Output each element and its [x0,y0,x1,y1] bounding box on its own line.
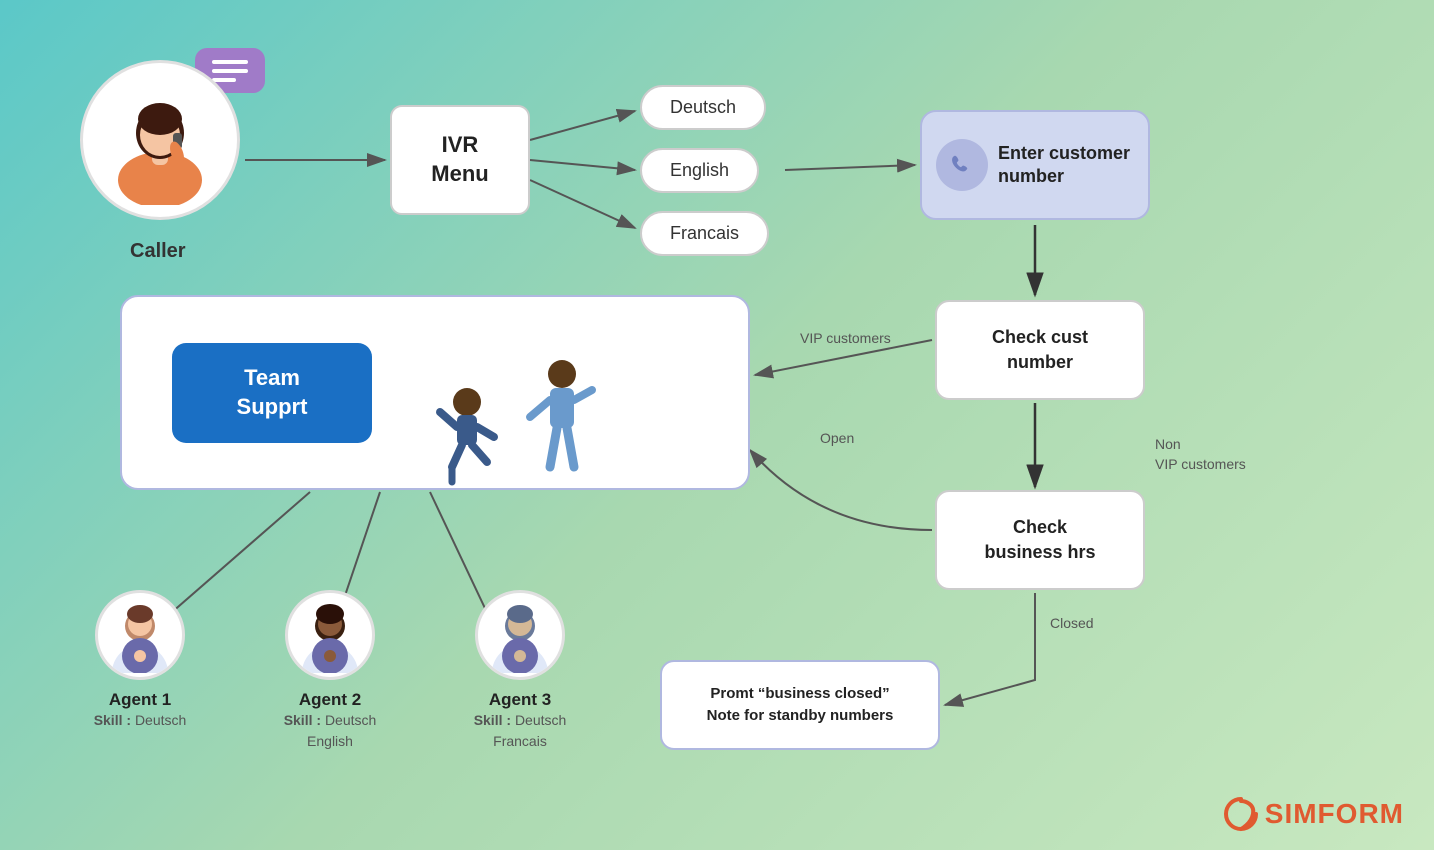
agent-2-item: Agent 2 Skill : DeutschEnglish [265,590,395,752]
agent-3-avatar [475,590,565,680]
agent-1-skill: Skill : Deutsch [94,710,187,731]
caller-label: Caller [130,240,186,263]
language-english: English [640,148,759,193]
phone-icon-bg [936,139,988,191]
agent-group: Agent 1 Skill : Deutsch Agent 2 Skill : … [75,590,585,752]
vip-label: VIP customers [800,330,891,346]
agent-3-name: Agent 3 [489,690,551,710]
agent-3-skill: Skill : DeutschFrancais [474,710,567,752]
agent-3-item: Agent 3 Skill : DeutschFrancais [455,590,585,752]
check-biz-label: Checkbusiness hrs [984,515,1095,565]
promt-box: Promt “business closed” Note for standby… [660,660,940,750]
ivr-menu-box: IVRMenu [390,105,530,215]
check-cust-label: Check custnumber [992,325,1088,375]
bubble-line-1 [212,60,248,64]
enter-customer-box: Enter customer number [920,110,1150,220]
team-support-box: TeamSupprt [120,295,750,490]
ivr-menu-label: IVRMenu [431,131,488,188]
agent-2-name: Agent 2 [299,690,361,710]
agent-2-avatar [285,590,375,680]
promt-text: Promt “business closed” Note for standby… [707,683,894,728]
simform-logo: SIMFORM [1223,796,1404,832]
team-support-banner: TeamSupprt [172,343,372,443]
agent-1-avatar [95,590,185,680]
language-francais: Francais [640,211,769,256]
agent-1-item: Agent 1 Skill : Deutsch [75,590,205,731]
non-vip-label: NonVIP customers [1155,435,1246,474]
simform-text: SIMFORM [1265,798,1404,830]
agent-2-skill: Skill : DeutschEnglish [284,710,377,752]
check-biz-box: Checkbusiness hrs [935,490,1145,590]
caller-avatar [80,60,240,220]
closed-label: Closed [1050,615,1094,631]
enter-customer-text: Enter customer number [998,142,1134,189]
bubble-line-3 [212,78,236,82]
open-label: Open [820,430,854,446]
bubble-line-2 [212,69,248,73]
agent-1-name: Agent 1 [109,690,171,710]
check-cust-box: Check custnumber [935,300,1145,400]
language-deutsch: Deutsch [640,85,766,130]
